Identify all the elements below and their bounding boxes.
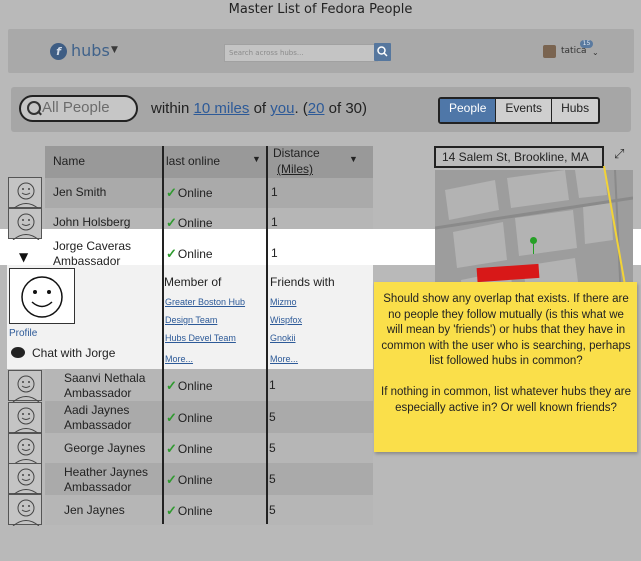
avatar[interactable] <box>8 177 42 209</box>
expand-map-icon[interactable]: ⤢ <box>614 148 628 162</box>
person-name[interactable]: Jen Smith <box>53 185 106 200</box>
tab-events[interactable]: Events <box>496 99 553 122</box>
status-text: Online <box>177 442 213 456</box>
distance-value: 1 <box>271 246 278 260</box>
tab-people[interactable]: People <box>440 99 497 122</box>
more-hubs-link[interactable]: More... <box>165 354 193 364</box>
anchor-link[interactable]: you <box>270 100 294 117</box>
status-online: ✓Online <box>166 246 213 262</box>
fedora-logo-icon[interactable]: f <box>50 43 67 60</box>
person-name[interactable]: Aadi Jaynes Ambassador <box>64 403 131 433</box>
status-text: Online <box>177 411 213 425</box>
page-title: Master List of Fedora People <box>228 2 413 17</box>
status-text: Online <box>177 473 213 487</box>
search-button[interactable] <box>374 43 391 61</box>
status-online: ✓Online <box>166 185 213 201</box>
friend-link[interactable]: Gnokii <box>270 333 296 343</box>
avatar[interactable] <box>8 494 42 526</box>
status-online: ✓Online <box>166 503 213 519</box>
person-name[interactable]: Jorge Caveras Ambassador <box>53 239 131 269</box>
filter-of: of <box>253 100 267 117</box>
view-switcher: People Events Hubs <box>438 97 601 124</box>
status-online: ✓Online <box>166 441 213 457</box>
collapse-row-icon[interactable]: ▼ <box>19 250 28 264</box>
status-online: ✓Online <box>166 215 213 231</box>
status-text: Online <box>177 216 213 230</box>
tab-hubs[interactable]: Hubs <box>552 99 598 122</box>
column-distance[interactable]: Distance <box>273 146 320 160</box>
friends-with-heading: Friends with <box>270 275 335 289</box>
distance-value: 1 <box>269 378 276 392</box>
status-text: Online <box>177 504 213 518</box>
table-header: Name last online ▼ Distance (Miles) ▼ <box>45 146 373 178</box>
status-text: Online <box>177 247 213 261</box>
shown-count-link[interactable]: 20 <box>308 100 325 117</box>
hub-link[interactable]: Design Team <box>165 315 217 325</box>
search-icon <box>377 46 388 57</box>
user-avatar[interactable] <box>543 45 556 58</box>
distance-value: 5 <box>269 410 276 424</box>
global-search-input[interactable]: Search across hubs... <box>224 44 378 62</box>
friend-link[interactable]: Mizmo <box>270 297 297 307</box>
distance-value: 1 <box>271 215 278 229</box>
chevron-down-icon[interactable]: ▼ <box>111 45 118 55</box>
column-last-online[interactable]: last online <box>166 154 220 168</box>
map-address-field[interactable]: 14 Salem St, Brookline, MA <box>434 146 604 168</box>
check-icon: ✓ <box>166 185 177 200</box>
distance-value: 5 <box>269 503 276 517</box>
avatar[interactable] <box>8 402 42 434</box>
avatar[interactable] <box>8 433 42 465</box>
friend-link[interactable]: Wispfox <box>270 315 302 325</box>
status-online: ✓Online <box>166 378 213 394</box>
column-divider <box>162 146 164 524</box>
person-name[interactable]: Heather Jaynes Ambassador <box>64 465 148 495</box>
hub-link[interactable]: Greater Boston Hub <box>165 297 245 307</box>
status-online: ✓Online <box>166 472 213 488</box>
check-icon: ✓ <box>166 441 177 456</box>
column-name[interactable]: Name <box>53 154 85 168</box>
distance-value: 1 <box>271 185 278 199</box>
filter-prefix: within <box>151 100 190 117</box>
annotation-note-text: Should show any overlap that exists. If … <box>381 293 631 414</box>
total-count: of 30) <box>328 100 367 117</box>
sort-distance-icon[interactable]: ▼ <box>349 154 358 164</box>
check-icon: ✓ <box>166 472 177 487</box>
check-icon: ✓ <box>166 215 177 230</box>
status-text: Online <box>177 186 213 200</box>
chat-bubble-icon[interactable] <box>11 347 25 358</box>
distance-value: 5 <box>269 441 276 455</box>
people-search-value[interactable]: All People <box>42 99 110 116</box>
column-divider <box>266 146 268 524</box>
person-name[interactable]: John Holsberg <box>53 215 130 230</box>
status-online: ✓Online <box>166 410 213 426</box>
app-logo-text[interactable]: hubs <box>71 41 110 60</box>
filter-summary: within 10 miles of you. (20 of 30) <box>151 100 367 117</box>
check-icon: ✓ <box>166 246 177 261</box>
person-name[interactable]: Jen Jaynes <box>64 503 125 518</box>
sort-last-online-icon[interactable]: ▼ <box>252 154 261 164</box>
check-icon: ✓ <box>166 378 177 393</box>
more-friends-link[interactable]: More... <box>270 354 298 364</box>
distance-unit-link[interactable]: (Miles) <box>277 162 313 176</box>
profile-picture[interactable] <box>9 268 75 324</box>
chat-button[interactable]: Chat with Jorge <box>32 346 115 360</box>
hub-link[interactable]: Hubs Devel Team <box>165 333 236 343</box>
map-pin-icon[interactable] <box>530 237 537 244</box>
member-of-heading: Member of <box>164 275 222 289</box>
distance-link[interactable]: 10 miles <box>194 100 250 117</box>
count-open: . ( <box>294 100 308 117</box>
notification-badge[interactable]: 15 <box>580 40 593 48</box>
check-icon: ✓ <box>166 503 177 518</box>
user-menu-chevron-icon[interactable]: ⌄ <box>592 48 599 57</box>
avatar[interactable] <box>8 370 42 402</box>
map-pin-stem <box>533 244 534 254</box>
distance-value: 5 <box>269 472 276 486</box>
status-text: Online <box>177 379 213 393</box>
avatar[interactable] <box>8 208 42 240</box>
profile-link[interactable]: Profile <box>9 328 37 339</box>
avatar[interactable] <box>8 463 42 495</box>
person-name[interactable]: Saanvi Nethala Ambassador <box>64 371 145 401</box>
person-name[interactable]: George Jaynes <box>64 441 145 456</box>
check-icon: ✓ <box>166 410 177 425</box>
